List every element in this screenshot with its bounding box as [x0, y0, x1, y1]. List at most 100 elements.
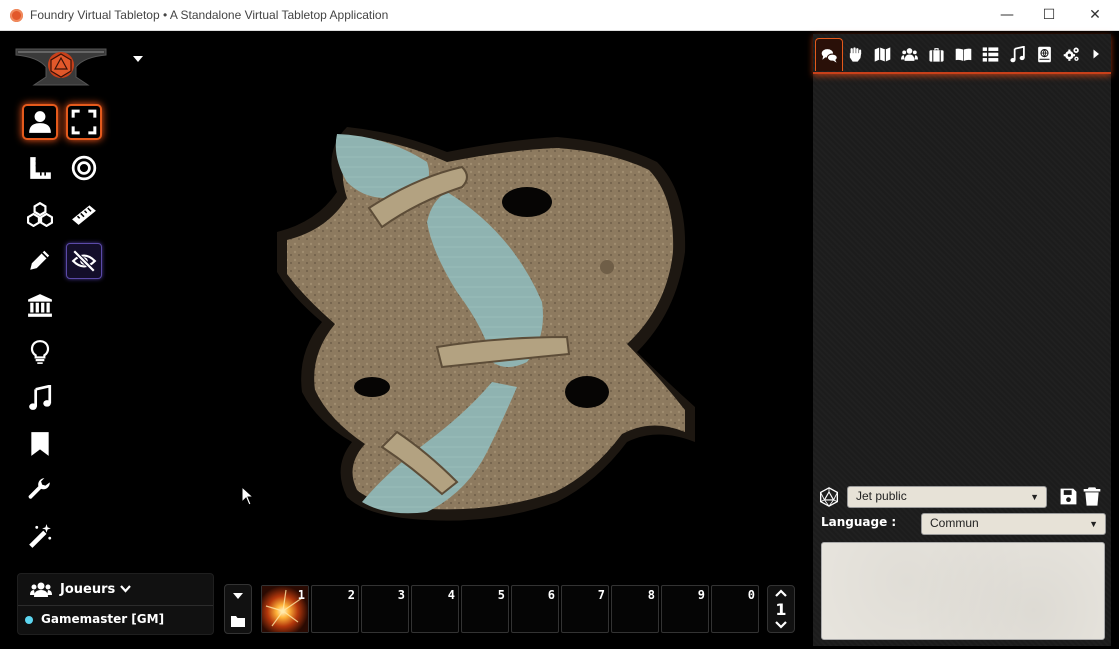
tab-actors[interactable] [896, 38, 922, 70]
hotbar-slot-4[interactable]: 4 [411, 585, 459, 633]
foundry-app-icon [10, 9, 23, 22]
chat-controls: Jet public ▼ [818, 485, 1108, 511]
eye-slash-icon [71, 249, 97, 273]
player-name: Gamemaster [GM] [41, 612, 165, 626]
folder-icon[interactable] [231, 615, 245, 627]
fist-raised-icon [849, 46, 861, 62]
tab-chat[interactable] [815, 38, 843, 71]
settings-controls-button[interactable] [22, 472, 58, 508]
save-icon[interactable] [1059, 487, 1078, 506]
hotbar-controls [224, 584, 252, 634]
window-titlebar: Foundry Virtual Tabletop • A Standalone … [0, 0, 1119, 31]
music-icon [29, 385, 52, 410]
language-label: Language : [821, 515, 897, 529]
tab-scenes[interactable] [869, 38, 895, 70]
user-icon [29, 111, 51, 133]
select-caret-icon: ▼ [1089, 519, 1098, 529]
hotbar-slot-number: 9 [697, 588, 705, 602]
tab-tables[interactable] [977, 38, 1003, 70]
users-icon [30, 582, 52, 597]
window-title: Foundry Virtual Tabletop • A Standalone … [30, 8, 389, 22]
chat-message-input[interactable] [821, 542, 1105, 640]
chevron-up-icon[interactable] [775, 589, 787, 597]
tab-compendium[interactable] [1031, 38, 1057, 70]
hotbar-slot-number: 4 [447, 588, 455, 602]
hotbar-slot-number: 3 [397, 588, 405, 602]
users-icon [900, 47, 918, 61]
chevron-down-icon[interactable] [775, 621, 787, 629]
hotbar-slot-10[interactable]: 0 [711, 585, 759, 633]
hotbar-slot-number: 2 [347, 588, 355, 602]
player-row[interactable]: Gamemaster [GM] [18, 606, 213, 634]
chat-log[interactable] [813, 74, 1111, 479]
visibility-tool-button[interactable] [66, 243, 102, 279]
measure-controls-button[interactable] [22, 150, 58, 186]
player-color-dot [25, 616, 33, 624]
roll-mode-select[interactable]: Jet public ▼ [847, 486, 1047, 508]
ruler-tool-button[interactable] [66, 196, 102, 232]
hotbar-slot-number: 0 [747, 588, 755, 602]
chevron-down-icon [120, 585, 131, 593]
hotbar-slot-9[interactable]: 9 [661, 585, 709, 633]
hotbar-slot-3[interactable]: 3 [361, 585, 409, 633]
cogs-icon [1063, 47, 1079, 61]
hotbar-slot-7[interactable]: 7 [561, 585, 609, 633]
language-select[interactable]: Commun ▼ [921, 513, 1106, 535]
music-icon [1009, 45, 1025, 62]
drawing-controls-button[interactable] [22, 242, 58, 278]
tab-settings[interactable] [1058, 38, 1084, 70]
hotbar-slot-8[interactable]: 8 [611, 585, 659, 633]
bookmark-icon [31, 432, 49, 456]
atlas-icon [1037, 46, 1051, 62]
logo-dropdown-caret[interactable] [133, 56, 143, 62]
hotbar-slot-5[interactable]: 5 [461, 585, 509, 633]
th-list-icon [982, 46, 998, 62]
close-button[interactable]: ✕ [1072, 0, 1118, 31]
pencil-icon [30, 250, 50, 270]
map-icon [874, 46, 890, 62]
target-tool-button[interactable] [66, 150, 102, 186]
scene-battle-map[interactable] [277, 122, 698, 527]
hotbar-slot-6[interactable]: 6 [511, 585, 559, 633]
tab-collapse[interactable] [1084, 38, 1108, 70]
wall-controls-button[interactable] [22, 288, 58, 324]
caret-down-icon[interactable] [233, 593, 243, 599]
cubes-icon [27, 201, 53, 227]
hotbar-slot-1[interactable]: 1 [261, 585, 309, 633]
hotbar-slot-number: 5 [497, 588, 505, 602]
players-label: Joueurs [60, 582, 116, 597]
sidebar-tabs [813, 34, 1111, 74]
select-tool-button[interactable] [66, 104, 102, 140]
tab-combat[interactable] [842, 38, 868, 70]
trash-icon[interactable] [1082, 486, 1102, 507]
sidebar: Jet public ▼ Language : Commun ▼ [812, 33, 1112, 647]
magic-controls-button[interactable] [22, 518, 58, 554]
mouse-cursor [241, 486, 255, 506]
bullseye-icon [71, 155, 97, 181]
hotbar-slot-2[interactable]: 2 [311, 585, 359, 633]
hotbar-page-selector: 1 [767, 585, 795, 633]
book-open-icon [955, 48, 971, 61]
wrench-icon [28, 478, 50, 499]
token-controls-button[interactable] [22, 104, 58, 140]
tab-journal[interactable] [950, 38, 976, 70]
caret-right-icon [1093, 49, 1099, 59]
hotbar-slot-number: 7 [597, 588, 605, 602]
hotbar-slot-number: 8 [647, 588, 655, 602]
lightbulb-icon [30, 340, 50, 364]
ruler-icon [72, 205, 96, 225]
lighting-controls-button[interactable] [22, 334, 58, 370]
building-columns-icon [28, 294, 52, 317]
minimize-button[interactable]: — [984, 0, 1030, 31]
sound-controls-button[interactable] [22, 380, 58, 416]
tab-playlists[interactable] [1004, 38, 1030, 70]
suitcase-icon [928, 47, 944, 62]
tile-controls-button[interactable] [22, 196, 58, 232]
foundry-anvil-logo[interactable] [14, 43, 108, 91]
players-header[interactable]: Joueurs [18, 574, 213, 606]
tab-items[interactable] [923, 38, 949, 70]
maximize-button[interactable]: ☐ [1026, 0, 1072, 31]
language-value: Commun [930, 516, 979, 530]
note-controls-button[interactable] [22, 426, 58, 462]
d20-dice-icon[interactable] [819, 487, 839, 507]
